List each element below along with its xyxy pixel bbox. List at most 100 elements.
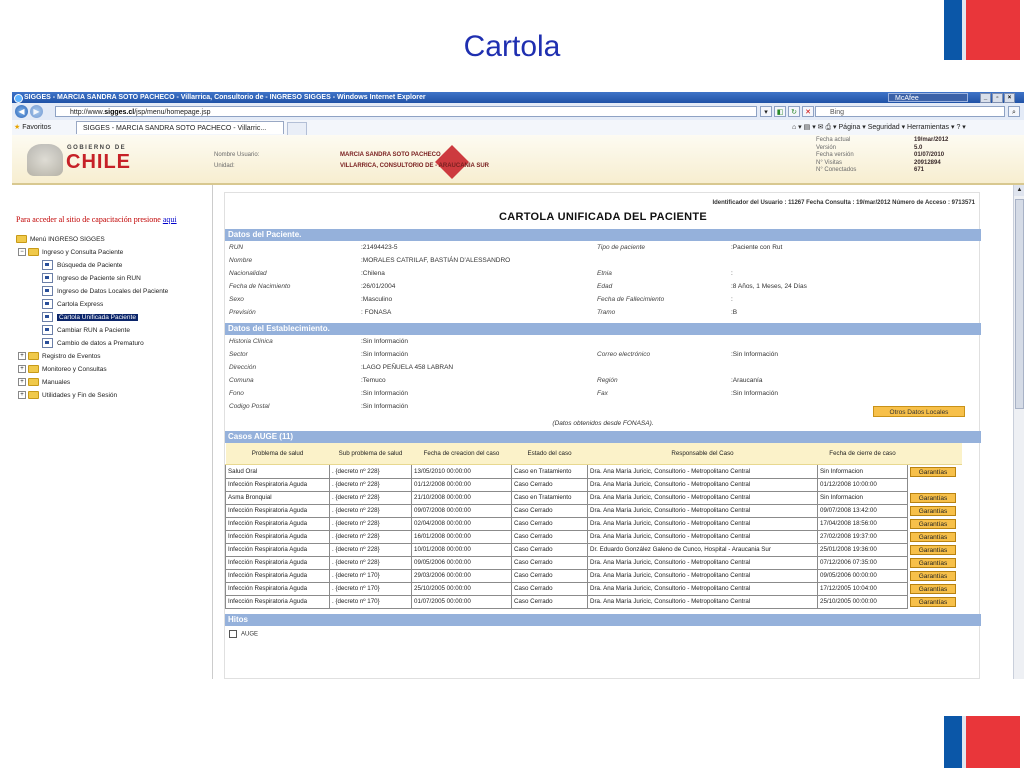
menu-item-label-selected: Cartola Unificada Paciente [57, 314, 138, 321]
auge-cell: . {decreto nº 228} [329, 477, 412, 492]
menu-item-cartola-express[interactable]: Cartola Express [16, 298, 168, 311]
menu-group-monitoreo[interactable]: + Monitoreo y Consultas [16, 363, 168, 376]
mail-icon[interactable]: ✉ [818, 124, 824, 131]
auge-action-cell: Garantías [907, 582, 962, 595]
command-bar: ⌂ ▾ ▤ ▾ ✉ ⎙ ▾ Página ▾ Seguridad ▾ Herra… [792, 124, 966, 131]
menu-tree: Menú INGRESO SIGGES − Ingreso y Consulta … [16, 233, 168, 402]
mcafee-badge[interactable]: McAfee [888, 93, 968, 102]
auge-cell: Caso Cerrado [511, 542, 588, 557]
stop-icon[interactable]: ✕ [802, 106, 814, 117]
field-label: Región [597, 377, 618, 384]
info-value: 5.0 [914, 144, 923, 151]
garantias-button[interactable]: Garantías [910, 557, 956, 568]
dropdown-icon[interactable]: ▾ [760, 106, 772, 117]
url-path: /jsp/menu/homepage.jsp [134, 109, 211, 116]
scroll-up-icon[interactable]: ▲ [1014, 185, 1024, 196]
hitos-item[interactable]: AUGE [229, 630, 258, 638]
collapse-icon[interactable]: − [18, 248, 26, 257]
capacitacion-link[interactable]: aqui [163, 215, 177, 224]
refresh-icon[interactable]: ↻ [788, 106, 800, 117]
info-labels: Fecha actual Versión Fecha versión N° Vi… [816, 137, 856, 175]
minimize-button[interactable]: _ [980, 93, 991, 103]
auge-cell: Infección Respiratoria Aguda [225, 477, 330, 492]
info-label: N° Visitas [816, 159, 842, 166]
url-input[interactable]: http://www.sigges.cl/jsp/menu/homepage.j… [55, 106, 757, 117]
info-label: Fecha actual [816, 137, 851, 143]
info-row: Nombre:MORALES CATRILAF, BASTIÁN D'ALESS… [225, 255, 981, 267]
menu-item-prematuro[interactable]: Cambio de datos a Prematuro [16, 337, 168, 350]
menu-group-utilidades[interactable]: + Utilidades y Fin de Sesión [16, 389, 168, 402]
menu-item-label: Búsqueda de Paciente [57, 262, 123, 269]
home-icon[interactable]: ⌂ ▾ [792, 124, 802, 131]
maximize-button[interactable]: ▫ [992, 93, 1003, 103]
section-establecimiento: Datos del Establecimiento. [225, 323, 981, 335]
nombre-value: MARCIA SANDRA SOTO PACHECO [340, 152, 441, 158]
auge-cell: Infección Respiratoria Aguda [225, 568, 330, 583]
field-value: :Araucanía [731, 377, 763, 384]
auge-action-cell [907, 478, 962, 491]
garantias-button[interactable]: Garantías [910, 583, 956, 594]
garantias-button[interactable]: Garantías [910, 531, 956, 542]
auge-action-cell: Garantías [907, 556, 962, 569]
menu-group-manuales[interactable]: + Manuales [16, 376, 168, 389]
garantias-button[interactable]: Garantías [910, 466, 956, 477]
field-value: : FONASA [361, 309, 392, 316]
page-scrollbar[interactable]: ▲ [1013, 185, 1024, 679]
garantias-button[interactable]: Garantías [910, 570, 956, 581]
expand-icon[interactable]: + [18, 378, 26, 387]
menu-herramientas[interactable]: Herramientas [907, 124, 949, 131]
menu-group-ingreso[interactable]: − Ingreso y Consulta Paciente [16, 246, 168, 259]
auge-action-cell: Garantías [907, 595, 962, 608]
info-row: Sexo:Masculino Fecha de Fallecimiento: [225, 294, 981, 306]
field-label: Nacionalidad [229, 270, 267, 277]
menu-pagina[interactable]: Página [839, 124, 861, 131]
ie-logo-icon [14, 94, 23, 103]
auge-cell: . {decreto nº 228} [329, 490, 412, 505]
new-tab-button[interactable] [287, 122, 307, 136]
folder-icon [28, 365, 39, 374]
expand-icon[interactable]: + [18, 352, 26, 361]
info-row: Comuna:Temuco Región:Araucanía [225, 375, 981, 387]
close-button[interactable]: × [1004, 93, 1015, 103]
garantias-button[interactable]: Garantías [910, 518, 956, 529]
auge-cell: 25/01/2008 19:36:00 [817, 542, 908, 557]
back-icon[interactable]: ◀ [15, 105, 28, 118]
info-row: Nacionalidad:Chilena Etnia: [225, 268, 981, 280]
feeds-icon[interactable]: ▤ ▾ [804, 124, 816, 131]
otros-datos-button[interactable]: Otros Datos Locales [873, 406, 965, 417]
auge-cell: 21/10/2008 00:00:00 [411, 490, 512, 505]
checkbox-icon[interactable] [229, 630, 237, 638]
search-icon[interactable]: ⌕ [1008, 106, 1020, 117]
garantias-button[interactable]: Garantías [910, 596, 956, 607]
menu-item-cartola-unificada[interactable]: Cartola Unificada Paciente [16, 311, 168, 324]
auge-cell: 13/05/2010 00:00:00 [411, 464, 512, 479]
garantias-button[interactable]: Garantías [910, 492, 956, 503]
compat-icon[interactable]: ◧ [774, 106, 786, 117]
page-icon [42, 299, 53, 310]
search-input[interactable]: Bing [815, 106, 1005, 117]
menu-item-cambiar-run[interactable]: Cambiar RUN a Paciente [16, 324, 168, 337]
print-icon[interactable]: ⎙ ▾ [826, 124, 837, 131]
menu-item-sin-run[interactable]: Ingreso de Paciente sin RUN [16, 272, 168, 285]
tab-sigges[interactable]: SIGGES - MARCIA SANDRA SOTO PACHECO - Vi… [76, 121, 284, 134]
decor-diamond [435, 145, 469, 179]
menu-item-datos-locales[interactable]: Ingreso de Datos Locales del Paciente [16, 285, 168, 298]
auge-cell: 01/12/2008 10:00:00 [817, 477, 908, 492]
forward-icon[interactable]: ▶ [30, 105, 43, 118]
garantias-button[interactable]: Garantías [910, 544, 956, 555]
help-icon[interactable]: ? ▾ [956, 124, 965, 131]
scroll-thumb[interactable] [1015, 199, 1024, 409]
info-label: Fecha versión [816, 152, 854, 158]
page-icon [42, 260, 53, 271]
menu-group-registro[interactable]: + Registro de Eventos [16, 350, 168, 363]
menu-item-busqueda[interactable]: Búsqueda de Paciente [16, 259, 168, 272]
expand-icon[interactable]: + [18, 391, 26, 400]
favorites-button[interactable]: ★ Favoritos [14, 120, 51, 135]
auge-action-cell: Garantías [907, 517, 962, 530]
garantias-button[interactable]: Garantías [910, 505, 956, 516]
unidad-value: VILLARRICA, CONSULTORIO DE - ARAUCANIA S… [340, 163, 489, 169]
menu-seguridad[interactable]: Seguridad [868, 124, 900, 131]
expand-icon[interactable]: + [18, 365, 26, 374]
field-label: Tramo [597, 309, 616, 316]
menu-root[interactable]: Menú INGRESO SIGGES [16, 233, 168, 246]
